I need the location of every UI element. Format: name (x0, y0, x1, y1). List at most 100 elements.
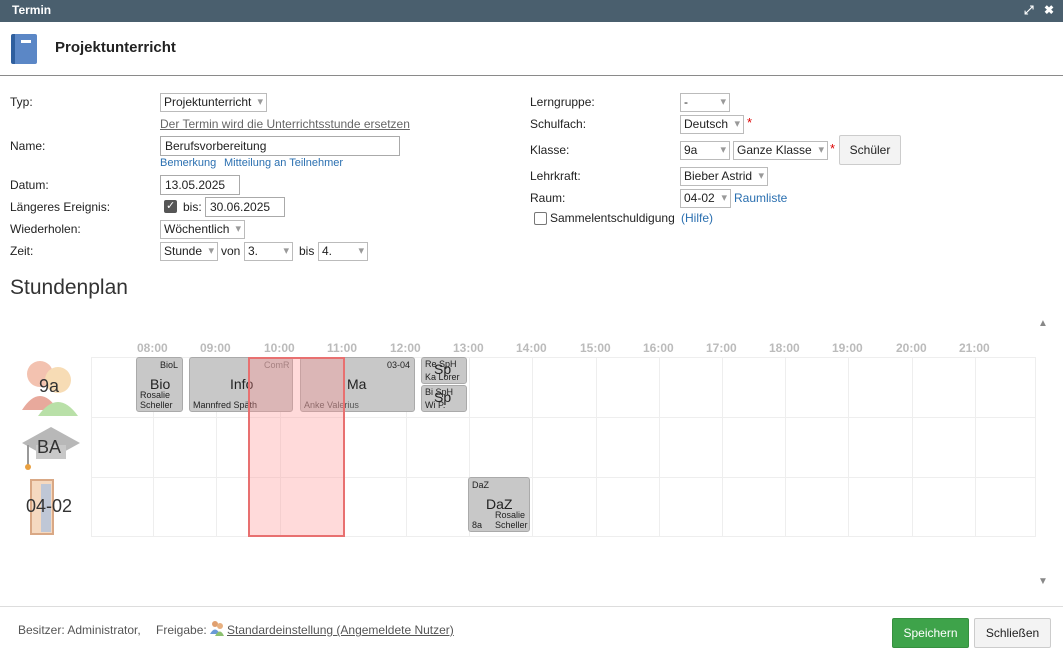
grid-line (785, 357, 786, 537)
close-button[interactable]: Schließen (974, 618, 1051, 648)
dialog-footer: Besitzer: Administrator, Freigabe: Stand… (0, 606, 1063, 655)
hilfe-link[interactable]: (Hilfe) (681, 211, 713, 225)
raum-select[interactable]: 04-02 (680, 189, 731, 208)
datum-input[interactable]: 13.05.2025 (160, 175, 240, 195)
bis2-label: bis (299, 244, 315, 258)
row-label-class: 9a (39, 376, 60, 396)
laenger-checkbox[interactable] (164, 199, 177, 213)
lesson-block-daz[interactable]: DaZ DaZ 8a Rosalie Scheller (468, 477, 530, 532)
hour-label: 13:00 (453, 341, 484, 355)
close-icon[interactable]: ✖ (1044, 3, 1054, 17)
lehrkraft-select[interactable]: Bieber Astrid (680, 167, 768, 186)
sammel-label: Sammelentschuldigung (550, 211, 675, 225)
von-select[interactable]: 3. (244, 242, 293, 261)
lesson-code: DaZ (472, 480, 490, 490)
freigabe-link[interactable]: Standardeinstellung (Angemeldete Nutzer) (227, 623, 454, 637)
lesson-block-sp[interactable]: Re SpH Sp Ka Lorer (421, 357, 467, 384)
lerngruppe-label: Lerngruppe: (530, 95, 595, 109)
besitzer-text: Besitzer: Administrator, (18, 623, 141, 637)
freigabe-label: Freigabe: (156, 623, 207, 637)
lesson-teacher: Scheller (495, 520, 528, 530)
required-mark: * (830, 141, 836, 156)
datum-label: Datum: (10, 178, 49, 192)
maximize-icon[interactable]: ⤢ (1024, 3, 1034, 18)
lesson-room: 03-04 (386, 360, 410, 370)
schueler-button[interactable]: Schüler (839, 135, 901, 165)
zeit-label: Zeit: (10, 244, 34, 258)
grid-line (848, 357, 849, 537)
grid-line (1035, 357, 1036, 537)
grid-line (91, 477, 1036, 478)
lesson-detail: Ka Lorer (425, 372, 460, 382)
lesson-class: 8a (472, 520, 483, 530)
grid-line (659, 357, 660, 537)
window-title: Termin (12, 3, 52, 17)
laenger-label: Längeres Ereignis: (10, 200, 111, 214)
stundenplan-title: Stundenplan (10, 276, 128, 299)
bis-input[interactable]: 30.06.2025 (205, 197, 285, 217)
row-label-teacher: BA (37, 437, 62, 457)
row-label-room: 04-02 (26, 496, 73, 516)
sammel-checkbox[interactable] (534, 212, 547, 225)
users-icon (210, 621, 224, 636)
schulfach-select[interactable]: Deutsch (680, 115, 744, 134)
selected-time-range[interactable] (248, 357, 345, 537)
raum-label: Raum: (530, 191, 566, 205)
grid-line (596, 357, 597, 537)
hour-label: 15:00 (580, 341, 611, 355)
wiederholen-select[interactable]: Wöchentlich (160, 220, 245, 239)
window-titlebar: Termin ⤢ ✖ (0, 0, 1063, 22)
bis2-select[interactable]: 4. (318, 242, 368, 261)
grid-line (91, 417, 1036, 418)
hour-label: 20:00 (896, 341, 927, 355)
klasse-label: Klasse: (530, 143, 570, 157)
hour-label: 11:00 (327, 341, 358, 355)
grid-line (912, 357, 913, 537)
grid-line (91, 536, 1036, 537)
lesson-subject: Ma (347, 376, 367, 392)
lesson-teacher: Rosalie (495, 510, 526, 520)
lesson-code: BioL (159, 360, 178, 370)
wiederholen-label: Wiederholen: (10, 222, 81, 236)
raumliste-link[interactable]: Raumliste (734, 191, 787, 205)
typ-label: Typ: (10, 95, 33, 109)
bemerkung-link[interactable]: Bemerkung (160, 157, 216, 169)
hour-label: 19:00 (832, 341, 863, 355)
grid-line (532, 357, 533, 537)
bis-label: bis: (183, 200, 202, 214)
lesson-teacher: Rosalie (140, 390, 171, 400)
lehrkraft-label: Lehrkraft: (530, 169, 581, 183)
grid-line (91, 357, 92, 537)
hour-label: 09:00 (200, 341, 231, 355)
hour-label: 21:00 (959, 341, 990, 355)
lesson-teacher: Scheller (140, 400, 173, 410)
lerngruppe-select[interactable]: - (680, 93, 730, 112)
lesson-block-sp[interactable]: Bi SpH Sp Wi P. (421, 385, 467, 412)
hour-label: 17:00 (706, 341, 737, 355)
dialog-title: Projektunterricht (55, 39, 176, 56)
hour-label: 08:00 (137, 341, 168, 355)
typ-select[interactable]: Projektunterricht (160, 93, 267, 112)
scroll-down-icon[interactable]: ▼ (1038, 576, 1048, 587)
hour-label: 10:00 (264, 341, 295, 355)
klasse-select[interactable]: 9a (680, 141, 730, 160)
grid-line (975, 357, 976, 537)
zeit-unit-select[interactable]: Stunde (160, 242, 218, 261)
name-label: Name: (10, 139, 46, 153)
name-input[interactable]: Berufsvorbereitung (160, 136, 400, 156)
required-mark: * (747, 115, 753, 130)
hour-label: 18:00 (769, 341, 800, 355)
von-label: von (221, 244, 241, 258)
book-icon (11, 34, 37, 64)
grid-line (722, 357, 723, 537)
hour-label: 14:00 (516, 341, 547, 355)
dialog-header: Projektunterricht (0, 22, 1063, 76)
klasse-scope-select[interactable]: Ganze Klasse (733, 141, 828, 160)
save-button[interactable]: Speichern (892, 618, 969, 648)
scroll-up-icon[interactable]: ▲ (1038, 318, 1048, 329)
mitteilung-link[interactable]: Mitteilung an Teilnehmer (224, 157, 343, 169)
hour-label: 16:00 (643, 341, 674, 355)
schulfach-label: Schulfach: (530, 117, 587, 131)
typ-note-link[interactable]: Der Termin wird die Unterrichtsstunde er… (160, 117, 410, 131)
lesson-block-bio[interactable]: BioL Bio Rosalie Scheller (136, 357, 183, 412)
